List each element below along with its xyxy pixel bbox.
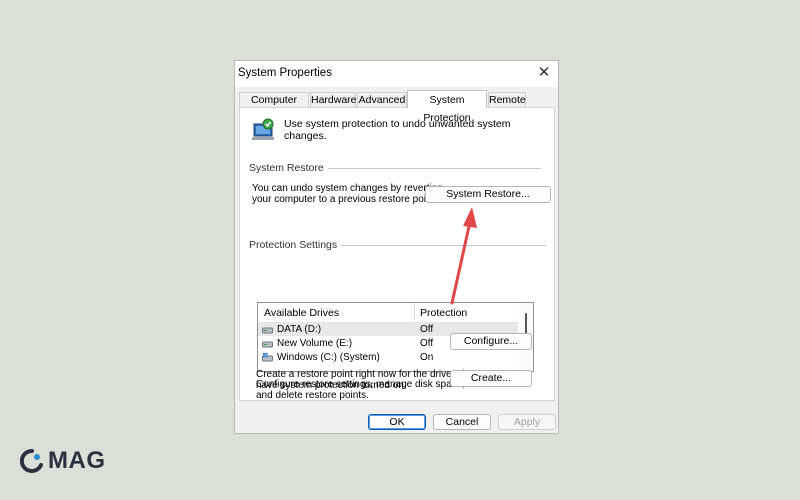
- protection-settings-group-title: Protection Settings: [249, 239, 342, 251]
- close-icon[interactable]: ✕: [534, 64, 554, 82]
- system-restore-divider: [325, 168, 541, 169]
- configure-button[interactable]: Configure...: [450, 333, 532, 350]
- apply-button: Apply: [498, 414, 556, 430]
- dialog-footer: OK Cancel Apply: [235, 407, 558, 433]
- brand-logo-icon: [20, 449, 43, 473]
- drive-icon: [262, 327, 273, 334]
- window-title: System Properties: [238, 67, 332, 79]
- create-description: Create a restore point right now for the…: [256, 369, 477, 391]
- column-available-drives[interactable]: Available Drives: [264, 307, 339, 319]
- create-button[interactable]: Create...: [450, 370, 532, 387]
- title-bar: System Properties ✕: [235, 61, 558, 87]
- system-restore-group-title: System Restore: [249, 162, 328, 174]
- ok-button[interactable]: OK: [368, 414, 426, 430]
- system-properties-dialog: System Properties ✕ Computer Name Hardwa…: [234, 60, 559, 434]
- tab-hardware[interactable]: Hardware: [310, 92, 357, 107]
- drive-icon: [262, 341, 273, 348]
- tab-advanced[interactable]: Advanced: [357, 92, 407, 107]
- drives-list-header: Available Drives Protection: [258, 303, 518, 323]
- tab-system-protection[interactable]: System Protection: [407, 90, 487, 124]
- tab-computer-name[interactable]: Computer Name: [239, 92, 309, 121]
- windows-drive-icon: [262, 353, 273, 362]
- cancel-button[interactable]: Cancel: [433, 414, 491, 430]
- system-restore-button[interactable]: System Restore...: [425, 186, 551, 203]
- column-separator: [414, 303, 415, 322]
- system-protection-icon: [252, 118, 274, 140]
- table-row[interactable]: Windows (C:) (System) On: [258, 351, 518, 364]
- column-protection[interactable]: Protection: [420, 307, 467, 319]
- protection-settings-divider: [324, 245, 546, 246]
- system-restore-description: You can undo system changes by reverting…: [252, 183, 443, 205]
- tab-remote[interactable]: Remote: [488, 92, 526, 107]
- system-protection-panel: Use system protection to undo unwanted s…: [239, 107, 555, 401]
- intro-text: Use system protection to undo unwanted s…: [284, 118, 511, 142]
- brand-logo-text: MAG: [48, 447, 106, 474]
